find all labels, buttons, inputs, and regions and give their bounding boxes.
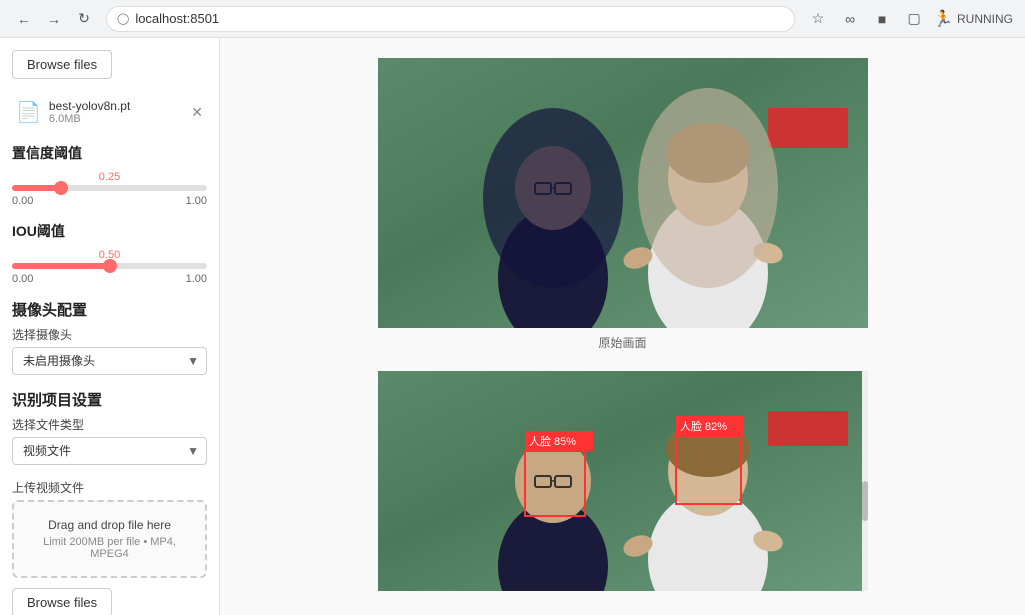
upload-zone-hint: Limit 200MB per file • MP4, MPEG4: [26, 536, 193, 560]
browse-files-label-video: Browse files: [27, 595, 97, 610]
scrollbar-thumb[interactable]: [862, 481, 868, 521]
detected-image-section: 人脸 85% 人脸 82%: [240, 371, 1005, 591]
recognition-title: 识别项目设置: [12, 389, 207, 410]
model-file-icon: 📄: [16, 100, 41, 125]
running-label: RUNNING: [957, 12, 1013, 26]
reload-button[interactable]: ↻: [72, 7, 96, 31]
upload-zone-title: Drag and drop file here: [26, 518, 193, 532]
model-file-remove[interactable]: ✕: [191, 104, 203, 121]
file-type-select-wrapper: 视频文件 ▼: [12, 437, 207, 465]
url-text: localhost:8501: [135, 11, 219, 26]
browser-chrome: ← → ↻ ◯ localhost:8501 ☆ ∞ ■ ▢ 🏃 RUNNING: [0, 0, 1025, 38]
confidence-slider-thumb[interactable]: [54, 181, 68, 195]
iou-slider-track[interactable]: [12, 263, 207, 269]
running-indicator: 🏃 RUNNING: [933, 9, 1013, 29]
original-photo-svg: [378, 58, 868, 328]
upload-label: 上传视频文件: [12, 479, 207, 496]
browse-files-button-video[interactable]: Browse files: [12, 588, 112, 615]
camera-section: 摄像头配置 选择摄像头 未启用摄像头 ▼: [12, 299, 207, 375]
model-file-size: 6.0MB: [49, 113, 183, 125]
camera-title: 摄像头配置: [12, 299, 207, 320]
extensions-button[interactable]: ■: [869, 6, 895, 32]
app-container: Browse files 📄 best-yolov8n.pt 6.0MB ✕ 置…: [0, 38, 1025, 615]
camera-select-label: 选择摄像头: [12, 326, 207, 343]
model-file-info: best-yolov8n.pt 6.0MB: [49, 99, 183, 125]
confidence-max: 1.00: [186, 195, 207, 207]
confidence-range-labels: 0.00 1.00: [12, 195, 207, 207]
iou-label: IOU阈值: [12, 221, 207, 241]
confidence-label: 置信度阈值: [12, 143, 207, 163]
iou-slider-fill: [12, 263, 110, 269]
file-type-label: 选择文件类型: [12, 416, 207, 433]
iou-range-labels: 0.00 1.00: [12, 273, 207, 285]
main-content: 原始画面: [220, 38, 1025, 615]
nav-buttons: ← → ↻: [12, 7, 96, 31]
confidence-value: 0.25: [12, 171, 207, 183]
confidence-slider-container: 置信度阈值 0.25 0.00 1.00: [12, 143, 207, 207]
file-type-select[interactable]: 视频文件: [12, 437, 207, 465]
detected-photo: 人脸 85% 人脸 82%: [378, 371, 868, 591]
scrollbar-track: [862, 371, 868, 591]
infinity-button[interactable]: ∞: [837, 6, 863, 32]
back-button[interactable]: ←: [12, 7, 36, 31]
original-image-section: 原始画面: [240, 58, 1005, 351]
iou-max: 1.00: [186, 273, 207, 285]
lock-icon: ◯: [117, 12, 129, 25]
confidence-min: 0.00: [12, 195, 33, 207]
iou-slider-thumb[interactable]: [103, 259, 117, 273]
svg-text:人脸 85%: 人脸 85%: [529, 434, 576, 448]
address-bar[interactable]: ◯ localhost:8501: [106, 6, 795, 32]
camera-select[interactable]: 未启用摄像头: [12, 347, 207, 375]
forward-button[interactable]: →: [42, 7, 66, 31]
iou-slider-container: IOU阈值 0.50 0.00 1.00: [12, 221, 207, 285]
browse-files-button-top[interactable]: Browse files: [12, 50, 112, 79]
browser-actions: ☆ ∞ ■ ▢ 🏃 RUNNING: [805, 6, 1013, 32]
sidebar: Browse files 📄 best-yolov8n.pt 6.0MB ✕ 置…: [0, 38, 220, 615]
upload-zone[interactable]: Drag and drop file here Limit 200MB per …: [12, 500, 207, 578]
running-icon: 🏃: [933, 9, 953, 29]
profile-button[interactable]: ▢: [901, 6, 927, 32]
original-caption: 原始画面: [598, 334, 646, 351]
original-photo: [378, 58, 868, 328]
iou-min: 0.00: [12, 273, 33, 285]
recognition-section: 识别项目设置 选择文件类型 视频文件 ▼ 上传视频文件 Drag and dro…: [12, 389, 207, 615]
detected-photo-svg: 人脸 85% 人脸 82%: [378, 371, 868, 591]
model-file-item: 📄 best-yolov8n.pt 6.0MB ✕: [12, 93, 207, 131]
star-button[interactable]: ☆: [805, 6, 831, 32]
confidence-slider-track[interactable]: [12, 185, 207, 191]
browse-files-label-top: Browse files: [27, 57, 97, 72]
camera-select-wrapper: 未启用摄像头 ▼: [12, 347, 207, 375]
model-file-name: best-yolov8n.pt: [49, 99, 183, 113]
svg-text:人脸 82%: 人脸 82%: [680, 419, 727, 433]
